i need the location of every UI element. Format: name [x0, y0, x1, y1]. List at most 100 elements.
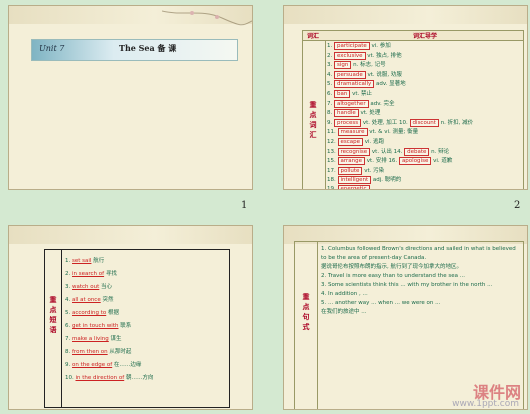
- watermark-url: www.1ppt.com: [452, 399, 519, 409]
- phrase-text: from then on: [72, 349, 108, 355]
- phrase-text: watch out: [72, 284, 100, 290]
- row-number: 3.: [65, 284, 72, 290]
- side-column: 重点短语: [45, 250, 62, 407]
- phrase-rows: 1. set sail 航行 2. in search of 寻找 3. watch…: [65, 256, 225, 386]
- phrase-panel: 重点短语 1. set sail 航行 2. in search of 寻找 3. …: [44, 249, 230, 408]
- phrase-row: 7. make a living 谋生: [65, 334, 225, 347]
- row-number: 7.: [327, 100, 334, 107]
- row-number: 5.: [65, 310, 72, 316]
- vocab-word: handle: [334, 109, 359, 118]
- vocab-word: altogether: [334, 99, 369, 108]
- phrase-meaning: 从那时起: [107, 349, 132, 355]
- phrase-row: 1. set sail 航行: [65, 256, 225, 269]
- vocab-word: discount: [409, 118, 439, 127]
- phrase-text: make a living: [72, 336, 109, 342]
- vocab-word: sign: [334, 61, 352, 70]
- sentence-line: 2. Travel is more easy than to understan…: [321, 273, 465, 279]
- decorative-header: [284, 6, 527, 24]
- sentence-text: 1. Columbus followed Brown's directions …: [321, 245, 520, 317]
- row-number: 10.: [65, 375, 76, 381]
- side-label: 重点短语: [49, 296, 57, 334]
- row-number: 5.: [327, 81, 334, 88]
- phrase-meaning: 航行: [91, 258, 105, 264]
- phrase-row: 9. on the edge of 在……边缘: [65, 360, 225, 373]
- vocab-meaning: vt. 说服, 劝服: [365, 71, 402, 78]
- phrase-text: on the edge of: [72, 362, 113, 368]
- vocab-meaning: vi. 参加: [369, 43, 391, 49]
- vocab-row: 9. process vt. 处理, 加工 10. discount n. 折扣…: [327, 118, 523, 128]
- vocab-rows: 1. participate vi. 参加 2. exclusive vt. 独…: [327, 41, 523, 189]
- phrase-row: 6. get in touch with 联系: [65, 321, 225, 334]
- unit-label: Unit 7: [39, 44, 65, 53]
- phrase-meaning: 根据: [106, 310, 119, 316]
- vocab-row: 15. arrange vt. 安排 16. apologise vi. 道歉: [327, 156, 523, 166]
- vocab-meaning: vi. 逃跑: [363, 138, 385, 145]
- vocab-meaning: n. 辩论: [429, 148, 450, 155]
- row-number: 7.: [65, 336, 72, 342]
- vocab-row: 2. exclusive vt. 独占, 排他: [327, 51, 523, 61]
- vocab-meaning: vt. 禁止: [350, 90, 373, 97]
- vocab-meaning: vt. 安排: [365, 158, 389, 165]
- phrase-meaning: 在……边缘: [112, 362, 142, 368]
- vocab-word: arrange: [337, 157, 366, 166]
- row-number: 8.: [327, 110, 334, 117]
- vocab-word: debate: [404, 147, 430, 156]
- slide-4-thumbnail[interactable]: 重点句式 1. Columbus followed Brown's direct…: [283, 225, 528, 410]
- vocab-meaning: adv. 显著地: [374, 81, 406, 88]
- row-number: 10.: [399, 119, 410, 126]
- decorative-header: [9, 226, 252, 244]
- phrase-row: 3. watch out 当心: [65, 282, 225, 295]
- phrase-text: get in touch with: [72, 323, 119, 329]
- sentence-line: 1. Columbus followed Brown's directions …: [321, 246, 516, 261]
- row-number: 4.: [327, 71, 334, 78]
- side-column: 重点词汇: [303, 40, 326, 189]
- phrase-text: all at once: [72, 297, 101, 303]
- sentence-line: 5. ... another way ... when ... we were …: [321, 300, 441, 306]
- vocab-word: exclusive: [334, 51, 366, 60]
- side-label: 重点词汇: [309, 101, 317, 139]
- vocab-row: 7. altogether adv. 完全: [327, 99, 523, 109]
- vocab-meaning: vt. 处理: [358, 110, 381, 117]
- vocab-row: 19. energetic: [327, 184, 523, 189]
- vocab-word: participate: [334, 42, 370, 50]
- vocab-row: 11. measure vt. & vi. 测量; 衡量: [327, 127, 523, 137]
- vocab-meaning: adv. 完全: [368, 100, 395, 107]
- vocab-row: 3. sign n. 标志, 记号: [327, 60, 523, 70]
- vocab-meaning: vt. 认出: [370, 148, 394, 155]
- sentence-line: 据说哥伦布按照布朗的指示, 航行到了现今加拿大的地区。: [321, 264, 462, 270]
- phrase-meaning: 当心: [99, 284, 113, 290]
- phrase-meaning: 突然: [100, 297, 114, 303]
- row-number: 17.: [327, 167, 338, 174]
- header-left: 词汇: [307, 33, 320, 40]
- vocab-row: 4. persuade vt. 说服, 劝服: [327, 70, 523, 80]
- vocab-row: 17. pollute vt. 污染: [327, 166, 523, 176]
- row-number: 15.: [327, 158, 338, 165]
- vocab-meaning: vt. 污染: [362, 167, 385, 174]
- row-number: 8.: [65, 349, 72, 355]
- row-number: 6.: [327, 90, 334, 97]
- row-number: 12.: [327, 138, 338, 145]
- slide-3-thumbnail[interactable]: 重点短语 1. set sail 航行 2. in search of 寻找 3. …: [8, 225, 253, 410]
- row-number: 9.: [327, 119, 334, 126]
- slide-2-thumbnail[interactable]: 词汇 词汇导学 重点词汇 1. participate vi. 参加 2. ex…: [283, 5, 528, 190]
- vocab-word: persuade: [334, 70, 366, 79]
- phrase-meaning: 联系: [118, 323, 132, 329]
- row-number: 6.: [65, 323, 72, 329]
- sentence-line: 3. Some scientists think this ... with m…: [321, 282, 493, 288]
- vocab-word: energetic: [337, 184, 370, 189]
- row-number: 4.: [65, 297, 72, 303]
- vocab-word: intelligent: [337, 176, 372, 185]
- phrase-row: 4. all at once 突然: [65, 295, 225, 308]
- vocab-meaning: n. 折扣, 减价: [438, 119, 474, 126]
- phrase-text: according to: [72, 310, 107, 316]
- row-number: 2.: [327, 52, 334, 59]
- slide-title: The Sea 备 课: [119, 43, 177, 53]
- vocab-row: 18. intelligent adj. 聪明的: [327, 175, 523, 185]
- vocab-word: process: [334, 118, 362, 127]
- row-number: 1.: [327, 43, 334, 49]
- slide-1-thumbnail[interactable]: Unit 7 The Sea 备 课: [8, 5, 253, 190]
- phrase-row: 5. according to 根据: [65, 308, 225, 321]
- phrase-row: 8. from then on 从那时起: [65, 347, 225, 360]
- vocab-word: measure: [337, 128, 368, 137]
- side-label: 重点句式: [302, 293, 310, 331]
